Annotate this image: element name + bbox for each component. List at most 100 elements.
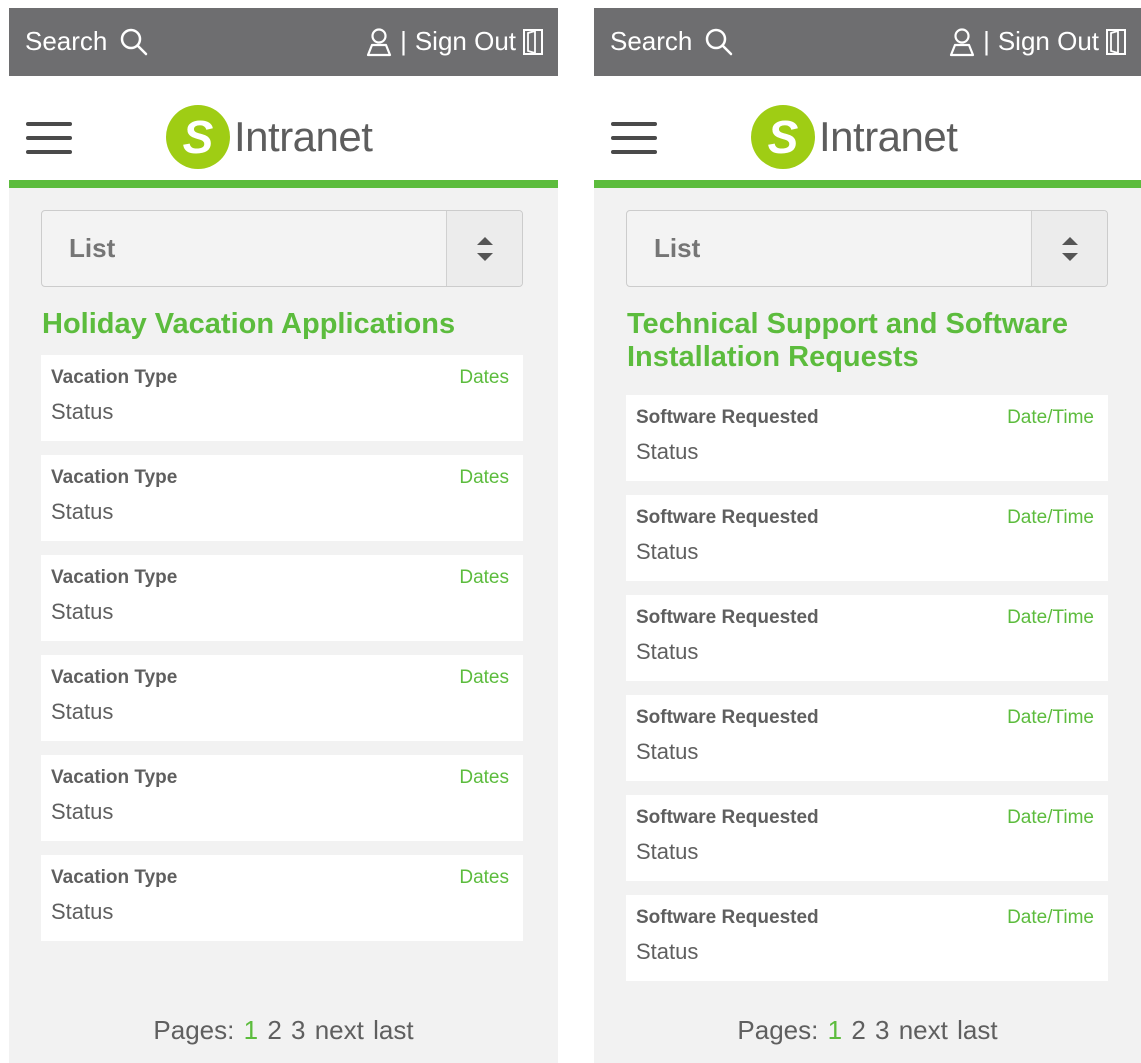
page-link-3[interactable]: 3 (875, 1015, 889, 1045)
item-title: Software Requested (636, 607, 819, 628)
sign-out-label: Sign Out (414, 26, 516, 56)
view-select[interactable]: List (41, 210, 523, 287)
menu-icon[interactable] (611, 122, 657, 154)
page-title: Technical Support and Software Installat… (627, 308, 1068, 373)
item-status: Status (51, 699, 114, 724)
item-date: Date/Time (1007, 507, 1094, 528)
top-bar: Search | Sign Out (594, 8, 1141, 76)
item-title: Vacation Type (51, 667, 178, 688)
page-link-last[interactable]: last (957, 1015, 997, 1045)
pagination: Pages: 1 2 3 next last (9, 1015, 558, 1046)
list-item[interactable]: Vacation Type Dates Status (41, 455, 523, 541)
item-status: Status (51, 899, 114, 924)
item-date: Date/Time (1007, 807, 1094, 828)
page-link-last[interactable]: last (373, 1015, 413, 1045)
item-title: Vacation Type (51, 467, 178, 488)
pagination-label: Pages: (153, 1015, 235, 1045)
item-title: Vacation Type (51, 367, 178, 388)
search-label: Search (25, 26, 108, 56)
item-title: Software Requested (636, 507, 819, 528)
item-date: Date/Time (1007, 907, 1094, 928)
page-link-next[interactable]: next (899, 1015, 948, 1045)
sign-out-link[interactable]: Sign Out (998, 26, 1127, 57)
list-item[interactable]: Software Requested Date/Time Status (626, 595, 1108, 681)
item-status: Status (636, 639, 699, 664)
view-select[interactable]: List (626, 210, 1108, 287)
brand-logo[interactable]: S Intranet (751, 105, 958, 169)
item-title: Software Requested (636, 807, 819, 828)
select-arrows-icon (1031, 211, 1107, 286)
item-status: Status (51, 399, 114, 424)
item-title: Software Requested (636, 907, 819, 928)
item-date: Dates (459, 567, 509, 588)
sign-out-icon (523, 28, 543, 55)
item-title: Vacation Type (51, 567, 178, 588)
request-list: Vacation Type Dates Status Vacation Type… (41, 355, 523, 955)
item-title: Vacation Type (51, 867, 178, 888)
page-title: Holiday Vacation Applications (42, 308, 456, 340)
pagination-label: Pages: (737, 1015, 819, 1045)
list-item[interactable]: Software Requested Date/Time Status (626, 495, 1108, 581)
brand-name: Intranet (234, 113, 373, 160)
item-status: Status (636, 739, 699, 764)
sign-out-link[interactable]: Sign Out (415, 26, 544, 57)
list-item[interactable]: Vacation Type Dates Status (41, 655, 523, 741)
item-date: Dates (459, 467, 509, 488)
screen-holiday-vacation: Search | Sign Out S Intranet List Holida… (9, 8, 558, 1063)
page-link-1[interactable]: 1 (244, 1015, 258, 1045)
item-date: Dates (459, 667, 509, 688)
user-icon[interactable] (949, 27, 975, 57)
item-status: Status (51, 599, 114, 624)
item-date: Dates (459, 867, 509, 888)
app-header: S Intranet (9, 76, 558, 188)
item-status: Status (636, 939, 699, 964)
menu-icon[interactable] (26, 122, 72, 154)
brand-logo[interactable]: S Intranet (166, 105, 373, 169)
logo-mark: S (751, 105, 815, 169)
search-label: Search (610, 26, 693, 56)
sign-out-label: Sign Out (997, 26, 1099, 56)
page-link-next[interactable]: next (315, 1015, 364, 1045)
item-status: Status (636, 839, 699, 864)
item-title: Software Requested (636, 407, 819, 428)
item-date: Dates (459, 367, 509, 388)
view-select-value: List (69, 233, 116, 263)
item-date: Date/Time (1007, 607, 1094, 628)
page-link-2[interactable]: 2 (851, 1015, 865, 1045)
select-arrows-icon (446, 211, 522, 286)
sign-out-icon (1106, 28, 1126, 55)
item-date: Date/Time (1007, 707, 1094, 728)
item-date: Date/Time (1007, 407, 1094, 428)
list-item[interactable]: Vacation Type Dates Status (41, 855, 523, 941)
item-title: Software Requested (636, 707, 819, 728)
search-icon (706, 28, 733, 55)
item-status: Status (51, 799, 114, 824)
view-select-value: List (654, 233, 701, 263)
search-link[interactable]: Search (610, 26, 734, 57)
app-header: S Intranet (594, 76, 1141, 188)
request-list: Software Requested Date/Time Status Soft… (626, 395, 1108, 995)
page-link-2[interactable]: 2 (267, 1015, 281, 1045)
list-item[interactable]: Vacation Type Dates Status (41, 755, 523, 841)
top-bar: Search | Sign Out (9, 8, 558, 76)
list-item[interactable]: Software Requested Date/Time Status (626, 795, 1108, 881)
separator: | (400, 26, 407, 56)
list-item[interactable]: Software Requested Date/Time Status (626, 695, 1108, 781)
item-status: Status (51, 499, 114, 524)
item-status: Status (636, 439, 699, 464)
logo-mark: S (166, 105, 230, 169)
list-item[interactable]: Vacation Type Dates Status (41, 355, 523, 441)
item-title: Vacation Type (51, 767, 178, 788)
brand-name: Intranet (819, 113, 958, 160)
list-item[interactable]: Vacation Type Dates Status (41, 555, 523, 641)
separator: | (983, 26, 990, 56)
page-link-1[interactable]: 1 (828, 1015, 842, 1045)
item-status: Status (636, 539, 699, 564)
search-link[interactable]: Search (25, 26, 149, 57)
list-item[interactable]: Software Requested Date/Time Status (626, 395, 1108, 481)
user-icon[interactable] (366, 27, 392, 57)
page-link-3[interactable]: 3 (291, 1015, 305, 1045)
list-item[interactable]: Software Requested Date/Time Status (626, 895, 1108, 981)
search-icon (121, 28, 148, 55)
item-date: Dates (459, 767, 509, 788)
